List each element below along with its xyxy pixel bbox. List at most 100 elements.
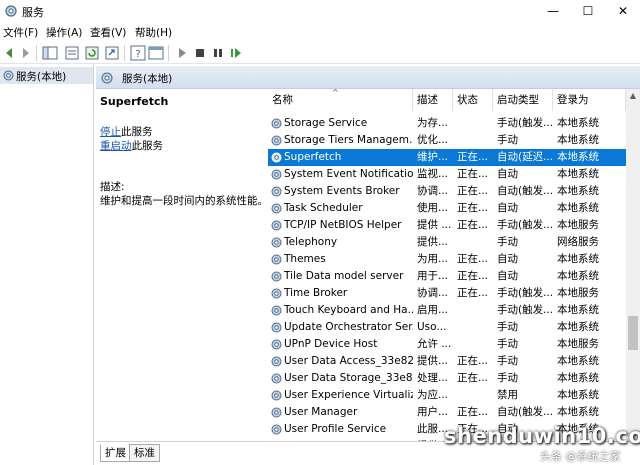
- service-row[interactable]: User Data Storage_33e82 处理... 正在... 手动 本地系统: [268, 370, 626, 387]
- forward-icon[interactable]: [17, 45, 33, 61]
- service-name-cell: UPnP Device Host: [284, 338, 378, 350]
- service-row[interactable]: TCP/IP NetBIOS Helper 提供 ... 正在... 手动(触发...…: [268, 217, 626, 234]
- service-description-cell: 处理...: [417, 372, 449, 384]
- service-row[interactable]: Tile Data model server 用于... 正在... 自动 本地系统: [268, 268, 626, 285]
- service-status-cell: [457, 387, 493, 404]
- menu-help[interactable]: 帮助(H): [135, 25, 172, 40]
- tree-item-services-local[interactable]: 服务(本地): [0, 67, 93, 84]
- service-startup-cell: 手动: [497, 372, 518, 384]
- stop-icon[interactable]: [192, 45, 208, 61]
- pause-icon[interactable]: [210, 45, 226, 61]
- service-row[interactable]: UPnP Device Host 允许 ... 手动 本地服务: [268, 336, 626, 353]
- stop-service-link[interactable]: 停止: [100, 126, 121, 138]
- service-row[interactable]: Storage Tiers Managem... 优化... 手动 本地系统: [268, 132, 626, 149]
- service-status-cell: [457, 319, 493, 336]
- tab-extended[interactable]: 扩展: [100, 444, 131, 462]
- service-row[interactable]: Task Scheduler 使用... 正在... 自动 本地系统: [268, 200, 626, 217]
- services-gear-icon: [5, 5, 17, 17]
- column-header-logon-as[interactable]: 登录为: [553, 89, 626, 111]
- service-gear-icon: [271, 169, 282, 180]
- column-header-name-label: 名称: [272, 94, 293, 106]
- service-name-cell: User Manager: [284, 406, 358, 418]
- service-gear-icon: [271, 424, 282, 435]
- service-row[interactable]: Storage Service 为存... 手动(触发... 本地系统: [268, 115, 626, 132]
- service-startup-cell: 自动: [497, 202, 518, 214]
- service-gear-icon: [271, 118, 282, 129]
- service-gear-icon: [271, 237, 282, 248]
- tree-item-label: 服务(本地): [16, 71, 67, 83]
- service-description-cell: 使用...: [417, 202, 449, 214]
- service-name-cell: User Data Storage_33e82: [284, 372, 413, 384]
- service-description-cell: 用于...: [417, 270, 449, 282]
- service-row[interactable]: Time Broker 协调... 正在... 手动(触发... 本地服务: [268, 285, 626, 302]
- back-icon[interactable]: [2, 45, 18, 61]
- restart-icon[interactable]: [228, 45, 244, 61]
- service-description-cell: 提供...: [417, 236, 449, 248]
- service-logon-cell: 本地系统: [557, 321, 599, 333]
- description-text: 维护和提高一段时间内的系统性能。: [100, 195, 268, 207]
- watermark-logo: shenduwin10.com: [444, 424, 640, 448]
- service-status-cell: [457, 336, 493, 353]
- service-gear-icon: [271, 373, 282, 384]
- column-header-name[interactable]: 名称 ^: [268, 89, 413, 111]
- start-icon[interactable]: [174, 45, 190, 61]
- scroll-up-icon[interactable]: ▲: [626, 89, 640, 103]
- properties-icon[interactable]: [64, 45, 80, 61]
- service-startup-cell: 自动: [497, 168, 518, 180]
- service-name-cell: Touch Keyboard and Ha...: [284, 304, 413, 316]
- service-startup-cell: 自动(延迟...: [497, 151, 553, 163]
- menu-file[interactable]: 文件(F): [3, 25, 38, 40]
- maximize-button[interactable]: ☐: [571, 0, 605, 22]
- service-row[interactable]: System Event Notification... 监视... 正在... 自动…: [268, 166, 626, 183]
- service-row[interactable]: Superfetch 维护... 正在... 自动(延迟... 本地系统: [268, 149, 626, 166]
- service-description-cell: 用户...: [417, 406, 449, 418]
- service-name-cell: Update Orchestrator Ser...: [284, 321, 413, 333]
- tab-standard[interactable]: 标准: [129, 444, 160, 462]
- service-logon-cell: 本地系统: [557, 185, 599, 197]
- restart-service-link[interactable]: 重启动: [100, 140, 132, 152]
- toolbar-separator: [168, 45, 169, 61]
- vertical-scrollbar[interactable]: ▲: [626, 89, 640, 441]
- service-logon-cell: 本地系统: [557, 372, 599, 384]
- services-pane: 服务(本地) Superfetch 停止此服务 重启动此服务 描述: 维护和提高…: [96, 65, 640, 465]
- service-startup-cell: 自动(触发...: [497, 185, 553, 197]
- service-row[interactable]: Telephony 提供... 手动 网络服务: [268, 234, 626, 251]
- column-header-startup-type[interactable]: 启动类型: [493, 89, 553, 111]
- services-gear-icon: [3, 70, 14, 81]
- export-icon[interactable]: [104, 45, 120, 61]
- pane-header: 服务(本地): [96, 66, 640, 89]
- show-tree-icon[interactable]: [42, 45, 58, 61]
- service-startup-cell: 手动: [497, 236, 518, 248]
- minimize-button[interactable]: —: [536, 0, 570, 22]
- service-logon-cell: 本地服务: [557, 338, 599, 350]
- service-row[interactable]: User Manager 用户... 正在... 自动(触发... 本地系统: [268, 404, 626, 421]
- service-description-cell: 启用...: [417, 304, 449, 316]
- service-details-panel: Superfetch 停止此服务 重启动此服务 描述: 维护和提高一段时间内的系…: [96, 89, 268, 441]
- service-row[interactable]: User Data Access_33e82 提供... 正在... 手动 本地系统: [268, 353, 626, 370]
- services-gear-icon: [101, 72, 113, 84]
- service-row[interactable]: User Experience Virtualiz... 为应... 禁用 本地系统: [268, 387, 626, 404]
- service-status-cell: 正在...: [457, 202, 489, 214]
- service-row[interactable]: Touch Keyboard and Ha... 启用... 手动(触发... 本地系…: [268, 302, 626, 319]
- service-row[interactable]: Themes 为用... 正在... 自动 本地系统: [268, 251, 626, 268]
- menu-action[interactable]: 操作(A): [46, 25, 82, 40]
- service-description-cell: 协调...: [417, 185, 449, 197]
- service-logon-cell: 本地系统: [557, 270, 599, 282]
- service-row[interactable]: System Events Broker 协调... 正在... 自动(触发... 本地…: [268, 183, 626, 200]
- scrollbar-thumb[interactable]: [628, 316, 638, 350]
- service-gear-icon: [271, 271, 282, 282]
- column-header-description[interactable]: 描述: [413, 89, 453, 111]
- service-gear-icon: [271, 305, 282, 316]
- service-logon-cell: 本地系统: [557, 304, 599, 316]
- menu-bar: 文件(F) 操作(A) 查看(V) 帮助(H): [0, 22, 640, 42]
- service-row[interactable]: Update Orchestrator Ser... Uso... 手动 本地系统: [268, 319, 626, 336]
- close-button[interactable]: ✕: [606, 0, 640, 22]
- help-icon[interactable]: ?: [130, 45, 146, 61]
- sort-ascending-icon: ^: [332, 89, 339, 97]
- refresh-icon[interactable]: [84, 45, 100, 61]
- service-status-cell: [457, 234, 493, 251]
- column-header-status[interactable]: 状态: [453, 89, 493, 111]
- menu-view[interactable]: 查看(V): [90, 25, 126, 40]
- console-icon[interactable]: [148, 45, 164, 61]
- service-name-cell: TCP/IP NetBIOS Helper: [284, 219, 402, 231]
